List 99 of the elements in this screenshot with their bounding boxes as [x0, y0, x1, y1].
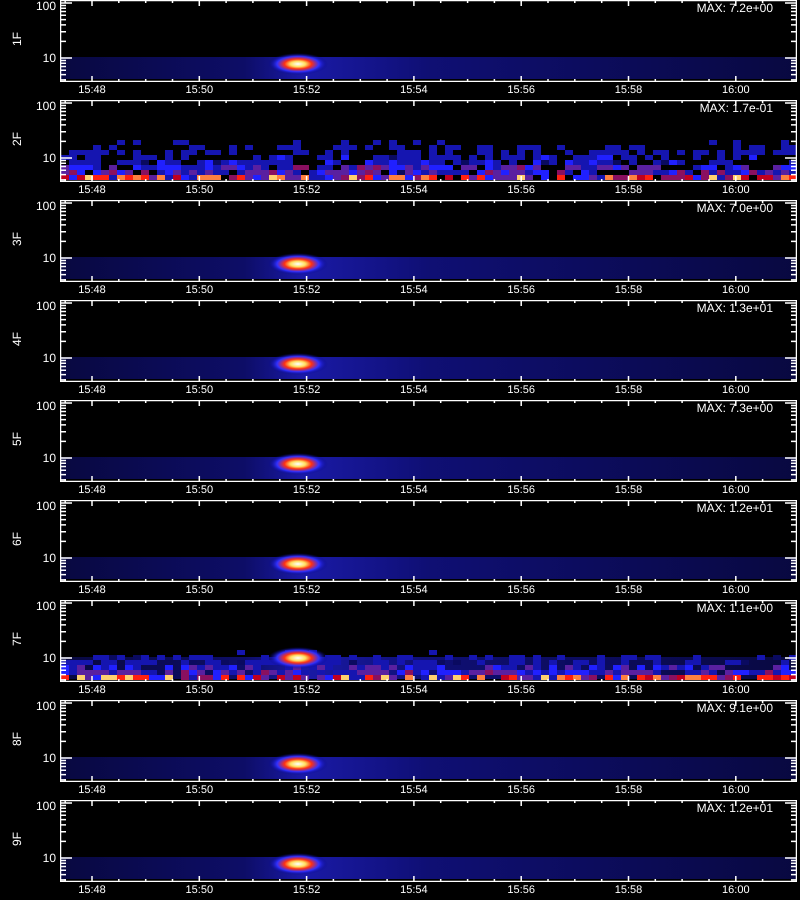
x-tick-label: 15:52: [292, 85, 320, 96]
x-tick-label: 15:48: [78, 485, 106, 496]
x-tick-label: 16:00: [722, 85, 750, 96]
x-tick-label: 15:56: [507, 685, 535, 696]
y-tick-label: 10: [42, 152, 56, 164]
y-tick-label: 100: [36, 0, 56, 12]
y-tick-label: 100: [36, 500, 56, 512]
x-tick-label: 15:56: [507, 85, 535, 96]
x-tick-label: 15:52: [292, 885, 320, 896]
x-tick-label: 16:00: [722, 285, 750, 296]
y-tick-label: 100: [36, 400, 56, 412]
x-tick-label: 15:50: [186, 785, 214, 796]
x-tick-label: 15:56: [507, 885, 535, 896]
x-tick-label: 16:00: [722, 385, 750, 396]
x-tick-label: 15:54: [400, 885, 428, 896]
x-tick-label: 15:54: [400, 785, 428, 796]
x-tick-label: 15:54: [400, 285, 428, 296]
y-tick-label: 10: [42, 752, 56, 764]
x-tick-label: 15:54: [400, 385, 428, 396]
y-tick-label: 100: [36, 800, 56, 812]
x-tick-label: 15:50: [186, 685, 214, 696]
x-tick-label: 16:00: [722, 185, 750, 196]
y-tick-label: 100: [36, 100, 56, 112]
x-tick-label: 15:48: [78, 285, 106, 296]
x-tick-label: 15:58: [614, 385, 642, 396]
x-tick-label: 15:56: [507, 585, 535, 596]
x-tick-label: 15:58: [614, 485, 642, 496]
channel-label: 4F: [11, 332, 23, 346]
x-tick-label: 16:00: [722, 485, 750, 496]
x-tick-label: 15:48: [78, 385, 106, 396]
channel-label: 3F: [11, 232, 23, 246]
x-tick-label: 15:52: [292, 785, 320, 796]
x-tick-label: 15:50: [186, 285, 214, 296]
x-tick-label: 15:50: [186, 85, 214, 96]
y-tick-label: 10: [42, 52, 56, 64]
channel-label: 9F: [11, 832, 23, 846]
x-tick-label: 15:52: [292, 485, 320, 496]
channel-label: 7F: [11, 632, 23, 646]
x-tick-label: 16:00: [722, 585, 750, 596]
max-value: MAX: 1.3e+01: [696, 301, 773, 316]
x-tick-label: 15:48: [78, 685, 106, 696]
channel-label: 6F: [11, 532, 23, 546]
channel-label: 2F: [11, 132, 23, 146]
max-value: MAX: 1.2e+01: [696, 801, 773, 816]
y-tick-label: 10: [42, 652, 56, 664]
x-tick-label: 15:58: [614, 685, 642, 696]
max-value: MAX: 9.1e+00: [696, 701, 773, 716]
x-tick-label: 15:48: [78, 885, 106, 896]
x-tick-label: 15:54: [400, 685, 428, 696]
y-tick-label: 10: [42, 252, 56, 264]
x-tick-label: 15:50: [186, 885, 214, 896]
x-tick-label: 15:48: [78, 585, 106, 596]
x-tick-label: 15:54: [400, 185, 428, 196]
x-tick-label: 15:52: [292, 285, 320, 296]
max-value: MAX: 1.2e+01: [696, 501, 773, 516]
max-value: MAX: 7.3e+00: [696, 401, 773, 416]
x-tick-label: 15:50: [186, 485, 214, 496]
y-tick-label: 10: [42, 852, 56, 864]
x-tick-label: 15:58: [614, 585, 642, 596]
x-tick-label: 15:58: [614, 285, 642, 296]
x-tick-label: 15:52: [292, 185, 320, 196]
x-tick-label: 15:48: [78, 185, 106, 196]
x-tick-label: 15:56: [507, 285, 535, 296]
x-tick-label: 15:58: [614, 885, 642, 896]
x-tick-label: 15:58: [614, 85, 642, 96]
x-tick-label: 16:00: [722, 685, 750, 696]
y-tick-label: 100: [36, 200, 56, 212]
y-tick-label: 100: [36, 600, 56, 612]
x-tick-label: 15:56: [507, 185, 535, 196]
y-tick-label: 100: [36, 700, 56, 712]
max-value: MAX: 7.0e+00: [696, 201, 773, 216]
x-tick-label: 15:48: [78, 85, 106, 96]
x-tick-label: 16:00: [722, 785, 750, 796]
channel-label: 8F: [11, 732, 23, 746]
x-tick-label: 15:54: [400, 585, 428, 596]
channel-label: 5F: [11, 432, 23, 446]
x-tick-label: 15:50: [186, 585, 214, 596]
x-tick-label: 15:58: [614, 785, 642, 796]
x-tick-label: 15:56: [507, 485, 535, 496]
x-tick-label: 15:54: [400, 85, 428, 96]
x-tick-label: 15:50: [186, 385, 214, 396]
x-tick-label: 15:56: [507, 385, 535, 396]
x-tick-label: 15:50: [186, 185, 214, 196]
channel-label: 1F: [11, 32, 23, 46]
x-tick-label: 15:48: [78, 785, 106, 796]
x-tick-label: 15:52: [292, 585, 320, 596]
x-tick-label: 15:56: [507, 785, 535, 796]
x-tick-label: 15:52: [292, 685, 320, 696]
x-tick-label: 15:52: [292, 385, 320, 396]
max-value: MAX: 7.2e+00: [696, 1, 773, 16]
x-tick-label: 15:58: [614, 185, 642, 196]
y-tick-label: 100: [36, 300, 56, 312]
x-tick-label: 16:00: [722, 885, 750, 896]
max-value: MAX: 1.1e+00: [696, 601, 773, 616]
y-tick-label: 10: [42, 452, 56, 464]
max-value: MAX: 1.7e-01: [700, 101, 773, 116]
y-tick-label: 10: [42, 352, 56, 364]
x-tick-label: 15:54: [400, 485, 428, 496]
y-tick-label: 10: [42, 552, 56, 564]
